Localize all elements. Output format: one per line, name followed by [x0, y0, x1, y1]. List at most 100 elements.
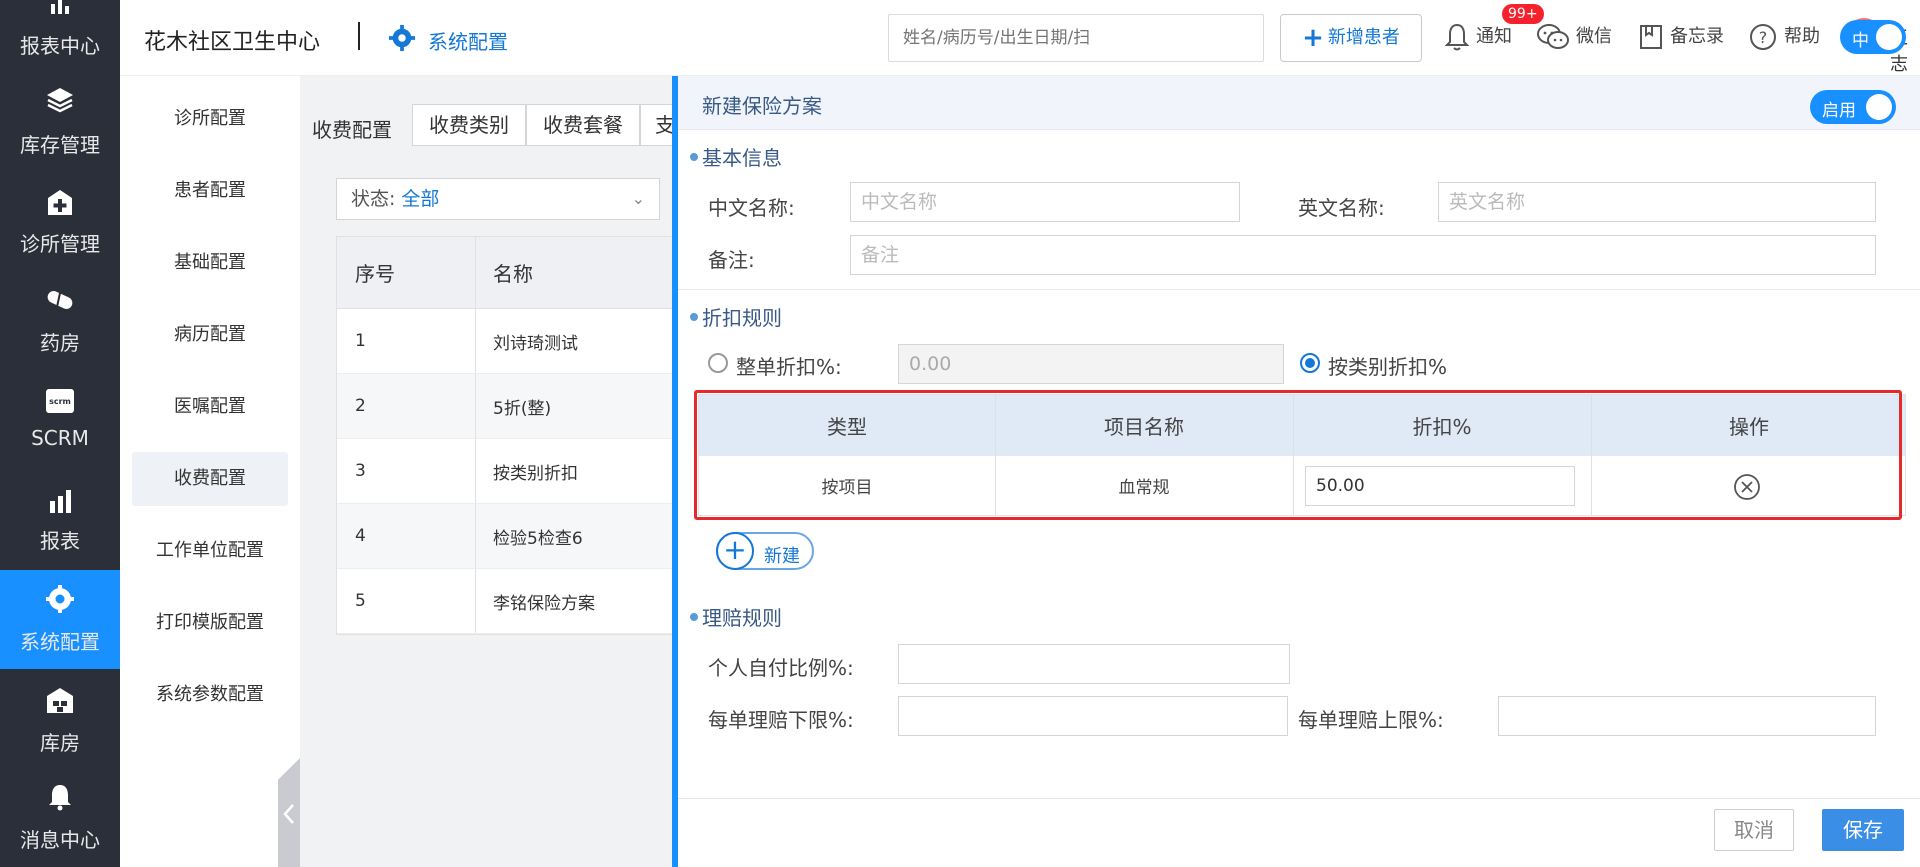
claim-min-input[interactable] — [898, 696, 1288, 736]
config-submenu: 诊所配置 患者配置 基础配置 病历配置 医嘱配置 收费配置 工作单位配置 打印模… — [120, 76, 300, 867]
section-title: 理赔规则 — [702, 606, 782, 630]
add-rule-button[interactable]: + 新建 — [716, 532, 814, 570]
submenu-item-system-param-config[interactable]: 系统参数配置 — [132, 668, 288, 722]
row-index: 1 — [355, 331, 366, 351]
help-button[interactable]: ? 帮助 — [1748, 22, 1820, 54]
language-toggle[interactable]: 中 — [1840, 20, 1906, 54]
cn-name-input[interactable]: 中文名称 — [850, 182, 1240, 222]
bell-icon — [1444, 23, 1470, 51]
insurance-plan-table: 序号 名称 1 刘诗琦测试 2 5折(整) 3 按类别折扣 4 检验5检查6 5 李铭保险… — [336, 236, 676, 635]
cancel-button[interactable]: 取消 — [1714, 809, 1794, 851]
bell-icon — [49, 785, 71, 811]
nav-item-report-center[interactable]: 报表中心 — [0, 0, 120, 63]
memo-label: 备忘录 — [1670, 26, 1724, 47]
layers-icon — [47, 88, 73, 113]
nav-item-label: 药房 — [40, 331, 80, 355]
wechat-button[interactable]: 微信 — [1536, 22, 1612, 54]
new-insurance-plan-panel: 新建保险方案 启用 基本信息 中文名称: 中文名称 英文名称: 英文名称 备注:… — [672, 76, 1920, 867]
row-name: 刘诗琦测试 — [493, 333, 578, 354]
row-name: 李铭保险方案 — [493, 593, 595, 614]
nav-item-system-config[interactable]: 系统配置 — [0, 570, 120, 669]
category-discount-radio[interactable] — [1300, 353, 1320, 373]
submenu-item-record-config[interactable]: 病历配置 — [132, 308, 288, 362]
row-name: 5折(整) — [493, 398, 552, 419]
bar-chart-icon — [50, 490, 71, 513]
nav-item-label: 诊所管理 — [20, 232, 100, 256]
nav-item-report[interactable]: 报表 — [0, 459, 120, 558]
table-row[interactable]: 3 按类别折扣 — [337, 439, 675, 504]
fee-config-area: 收费配置 收费类别 收费套餐 支 状态: 全部 ⌄ 序号 名称 1 刘诗琦测试 25… — [300, 76, 700, 867]
chevron-down-icon: ⌄ — [631, 189, 645, 208]
status-filter-select[interactable]: 状态: 全部 ⌄ — [336, 178, 660, 220]
whole-discount-radio[interactable] — [708, 353, 728, 373]
nav-item-inventory[interactable]: 库存管理 — [0, 63, 120, 162]
tab-fee-category[interactable]: 收费类别 — [412, 104, 526, 146]
breadcrumb[interactable]: 系统配置 — [428, 26, 508, 55]
row-index: 2 — [355, 396, 366, 416]
claim-max-input[interactable] — [1498, 696, 1876, 736]
patient-search-input[interactable] — [888, 14, 1264, 62]
row-name: 检验5检查6 — [493, 528, 583, 549]
submenu-item-basic-config[interactable]: 基础配置 — [132, 236, 288, 290]
tab-fee-config[interactable]: 收费配置 — [312, 114, 392, 143]
submenu-item-patient-config[interactable]: 患者配置 — [132, 164, 288, 218]
help-label: 帮助 — [1784, 26, 1820, 47]
memo-button[interactable]: 备忘录 — [1638, 22, 1724, 54]
status-filter-label: 状态: — [351, 188, 396, 210]
self-pay-input[interactable] — [898, 644, 1290, 684]
svg-text:?: ? — [1759, 28, 1768, 47]
help-icon: ? — [1750, 24, 1776, 50]
table-row[interactable]: 4 检验5检查6 — [337, 504, 675, 569]
note-input[interactable]: 备注 — [850, 235, 1876, 275]
main-nav: 报表中心 库存管理 诊所管理 药房 scrm SCRM 报表 系统配置 库房 消… — [0, 0, 120, 867]
add-patient-button[interactable]: + 新增患者 — [1280, 14, 1422, 62]
submenu-item-fee-config[interactable]: 收费配置 — [132, 452, 288, 506]
save-button[interactable]: 保存 — [1822, 809, 1904, 851]
submenu-item-print-template-config[interactable]: 打印模版配置 — [132, 596, 288, 650]
clinic-name: 花木社区卫生中心 — [144, 30, 321, 55]
warehouse-icon — [47, 688, 73, 713]
nav-item-label: 报表 — [40, 529, 80, 553]
nav-item-clinic[interactable]: 诊所管理 — [0, 162, 120, 261]
section-basic-info: 基本信息 — [690, 142, 782, 171]
enable-toggle-label: 启用 — [1822, 101, 1856, 121]
wechat-label: 微信 — [1576, 26, 1612, 47]
nav-item-pharmacy[interactable]: 药房 — [0, 261, 120, 360]
notify-label: 通知 — [1476, 26, 1512, 47]
plus-icon: + — [1302, 23, 1324, 53]
submenu-item-order-config[interactable]: 医嘱配置 — [132, 380, 288, 434]
column-header: 序号 — [355, 262, 395, 286]
language-toggle-label: 中 — [1852, 31, 1869, 51]
plus-icon: + — [716, 532, 754, 570]
en-name-input[interactable]: 英文名称 — [1438, 182, 1876, 222]
enable-toggle[interactable]: 启用 — [1810, 90, 1896, 124]
brand-divider — [358, 22, 360, 50]
notification-button[interactable]: 通知 — [1444, 22, 1512, 54]
whole-discount-label: 整单折扣%: — [736, 355, 842, 379]
en-name-label: 英文名称: — [1298, 196, 1385, 220]
table-row[interactable]: 1 刘诗琦测试 — [337, 309, 675, 374]
divider — [678, 289, 1920, 290]
nav-item-scrm[interactable]: scrm SCRM — [0, 360, 120, 459]
nav-item-warehouse[interactable]: 库房 — [0, 669, 120, 768]
status-filter-value: 全部 — [401, 188, 440, 210]
nav-item-label: 报表中心 — [20, 34, 100, 58]
section-discount-rules: 折扣规则 — [690, 302, 782, 331]
nav-item-label: 库存管理 — [20, 133, 100, 157]
memo-icon — [1640, 25, 1662, 49]
nav-item-messages[interactable]: 消息中心 — [0, 768, 120, 867]
chevron-left-icon — [283, 804, 294, 824]
nav-item-label: 系统配置 — [20, 630, 100, 654]
table-row[interactable]: 2 5折(整) — [337, 374, 675, 439]
panel-footer: 取消 保存 — [678, 798, 1920, 867]
cn-name-label: 中文名称: — [708, 196, 795, 220]
add-rule-label: 新建 — [764, 546, 800, 567]
submenu-item-clinic-config[interactable]: 诊所配置 — [132, 92, 288, 146]
submenu-item-employer-config[interactable]: 工作单位配置 — [132, 524, 288, 578]
row-index: 4 — [355, 526, 366, 546]
panel-title: 新建保险方案 — [702, 94, 822, 118]
notification-badge: 99+ — [1502, 4, 1544, 24]
section-title: 折扣规则 — [702, 306, 782, 330]
tab-fee-package[interactable]: 收费套餐 — [526, 104, 640, 146]
table-row[interactable]: 5 李铭保险方案 — [337, 569, 675, 634]
